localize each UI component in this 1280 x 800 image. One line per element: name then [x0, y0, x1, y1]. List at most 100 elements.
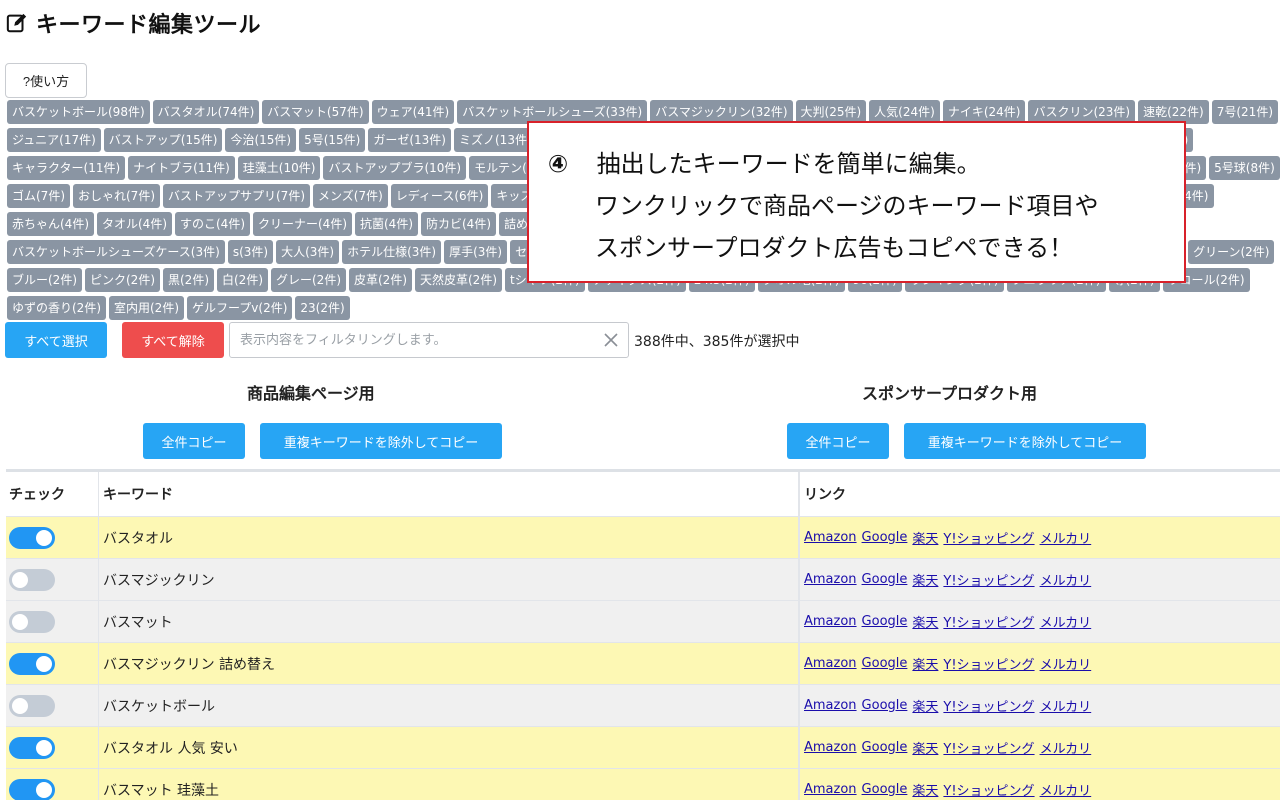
select-all-button[interactable]: すべて選択: [5, 322, 107, 358]
mercari-link[interactable]: メルカリ: [1040, 528, 1092, 547]
yahoo-shopping-link[interactable]: Y!ショッピング: [943, 696, 1034, 715]
yahoo-shopping-link[interactable]: Y!ショッピング: [943, 570, 1034, 589]
yahoo-shopping-link[interactable]: Y!ショッピング: [943, 738, 1034, 757]
keyword-tag[interactable]: グリーン(2件): [1188, 240, 1275, 264]
keyword-cell: バスマット 珪藻土: [98, 769, 798, 800]
rakuten-link[interactable]: 楽天: [912, 570, 938, 589]
amazon-link[interactable]: Amazon: [804, 530, 857, 545]
copy-all-product-button[interactable]: 全件コピー: [143, 423, 245, 459]
mercari-link[interactable]: メルカリ: [1040, 738, 1092, 757]
keyword-tag[interactable]: バストアップ(15件): [103, 128, 223, 152]
keyword-tag[interactable]: ガーゼ(13件): [368, 128, 451, 152]
filter-input[interactable]: [230, 323, 590, 357]
mercari-link[interactable]: メルカリ: [1040, 780, 1092, 799]
google-link[interactable]: Google: [862, 572, 908, 587]
keyword-toggle[interactable]: [9, 568, 55, 591]
keyword-tag[interactable]: バスタオル(74件): [152, 100, 260, 124]
keyword-tag[interactable]: 白(2件): [217, 268, 268, 292]
google-link[interactable]: Google: [862, 530, 908, 545]
yahoo-shopping-link[interactable]: Y!ショッピング: [943, 654, 1034, 673]
yahoo-shopping-link[interactable]: Y!ショッピング: [943, 780, 1034, 799]
mercari-link[interactable]: メルカリ: [1040, 696, 1092, 715]
rakuten-link[interactable]: 楽天: [912, 612, 938, 631]
rakuten-link[interactable]: 楽天: [912, 654, 938, 673]
keyword-tag[interactable]: レディース(6件): [390, 184, 489, 208]
keyword-tag[interactable]: クリーナー(4件): [253, 212, 352, 236]
copy-all-sponsored-button[interactable]: 全件コピー: [787, 423, 889, 459]
keyword-tag[interactable]: グレー(2件): [271, 268, 346, 292]
keyword-tag[interactable]: s(3件): [227, 240, 274, 264]
keyword-tag[interactable]: バストアップサプリ(7件): [163, 184, 310, 208]
keyword-tag[interactable]: ウェア(41件): [371, 100, 455, 124]
amazon-link[interactable]: Amazon: [804, 572, 857, 587]
keyword-tag[interactable]: 防カビ(4件): [421, 212, 496, 236]
keyword-tag[interactable]: すのこ(4件): [175, 212, 250, 236]
keyword-tag[interactable]: 天然皮革(2件): [415, 268, 502, 292]
keyword-tag[interactable]: ミズノ(13件): [454, 128, 537, 152]
keyword-cell: バスタオル 人気 安い: [98, 727, 798, 768]
keyword-tag[interactable]: バスケットボール(98件): [7, 100, 150, 124]
rakuten-link[interactable]: 楽天: [912, 696, 938, 715]
google-link[interactable]: Google: [862, 614, 908, 629]
link-cell: Amazon Google 楽天 Y!ショッピング メルカリ: [798, 559, 1280, 600]
copy-dedup-product-button[interactable]: 重複キーワードを除外してコピー: [260, 423, 502, 459]
keyword-tag[interactable]: 5号(15件): [299, 128, 366, 152]
keyword-tag[interactable]: 7号(21件): [1211, 100, 1279, 124]
google-link[interactable]: Google: [862, 698, 908, 713]
keyword-tag[interactable]: 赤ちゃん(4件): [7, 212, 94, 236]
keyword-tag[interactable]: ゆずの香り(2件): [7, 296, 106, 320]
keyword-tag[interactable]: ジュニア(17件): [7, 128, 101, 152]
amazon-link[interactable]: Amazon: [804, 614, 857, 629]
amazon-link[interactable]: Amazon: [804, 656, 857, 671]
keyword-tag[interactable]: ナイトブラ(11件): [128, 156, 235, 180]
keyword-toggle[interactable]: [9, 694, 55, 717]
keyword-tag[interactable]: タオル(4件): [97, 212, 172, 236]
keyword-toggle[interactable]: [9, 610, 55, 633]
help-button[interactable]: ?使い方: [5, 63, 87, 98]
page-title: キーワード編集ツール: [36, 13, 262, 38]
yahoo-shopping-link[interactable]: Y!ショッピング: [943, 528, 1034, 547]
keyword-toggle[interactable]: [9, 778, 55, 800]
mercari-link[interactable]: メルカリ: [1040, 570, 1092, 589]
keyword-tag[interactable]: バストアップブラ(10件): [323, 156, 467, 180]
keyword-tag[interactable]: キャラクター(11件): [7, 156, 126, 180]
keyword-tag[interactable]: 抗菌(4件): [355, 212, 418, 236]
rakuten-link[interactable]: 楽天: [912, 780, 938, 799]
google-link[interactable]: Google: [862, 782, 908, 797]
keyword-tag[interactable]: バスケットボールシューズケース(3件): [7, 240, 225, 264]
keyword-tag[interactable]: ブルー(2件): [7, 268, 82, 292]
clear-icon[interactable]: [602, 331, 620, 349]
amazon-link[interactable]: Amazon: [804, 782, 857, 797]
keyword-tag[interactable]: 23(2件): [295, 296, 350, 320]
rakuten-link[interactable]: 楽天: [912, 738, 938, 757]
keyword-tag[interactable]: ゲルフープv(2件): [187, 296, 293, 320]
keyword-tag[interactable]: 皮革(2件): [349, 268, 412, 292]
keyword-toggle[interactable]: [9, 652, 55, 675]
keyword-tag[interactable]: バスマット(57件): [262, 100, 369, 124]
keyword-tag[interactable]: 珪藻土(10件): [237, 156, 321, 180]
keyword-toggle[interactable]: [9, 736, 55, 759]
keyword-toggle[interactable]: [9, 526, 55, 549]
mercari-link[interactable]: メルカリ: [1040, 612, 1092, 631]
keyword-tag[interactable]: 今治(15件): [225, 128, 297, 152]
deselect-all-button[interactable]: すべて解除: [122, 322, 224, 358]
google-link[interactable]: Google: [862, 740, 908, 755]
amazon-link[interactable]: Amazon: [804, 698, 857, 713]
keyword-tag[interactable]: 5号球(8件): [1209, 156, 1280, 180]
keyword-tag[interactable]: 大人(3件): [276, 240, 340, 264]
keyword-tag[interactable]: 厚手(3件): [444, 240, 508, 264]
keyword-tag[interactable]: ホテル仕様(3件): [342, 240, 442, 264]
keyword-tag[interactable]: ピンク(2件): [85, 268, 160, 292]
keyword-tag[interactable]: メンズ(7件): [313, 184, 388, 208]
check-cell: [6, 517, 98, 558]
copy-dedup-sponsored-button[interactable]: 重複キーワードを除外してコピー: [904, 423, 1146, 459]
yahoo-shopping-link[interactable]: Y!ショッピング: [943, 612, 1034, 631]
mercari-link[interactable]: メルカリ: [1040, 654, 1092, 673]
amazon-link[interactable]: Amazon: [804, 740, 857, 755]
google-link[interactable]: Google: [862, 656, 908, 671]
rakuten-link[interactable]: 楽天: [912, 528, 938, 547]
keyword-tag[interactable]: ゴム(7件): [7, 184, 70, 208]
keyword-tag[interactable]: おしゃれ(7件): [73, 184, 160, 208]
keyword-tag[interactable]: 黒(2件): [163, 268, 214, 292]
keyword-tag[interactable]: 室内用(2件): [109, 296, 184, 320]
